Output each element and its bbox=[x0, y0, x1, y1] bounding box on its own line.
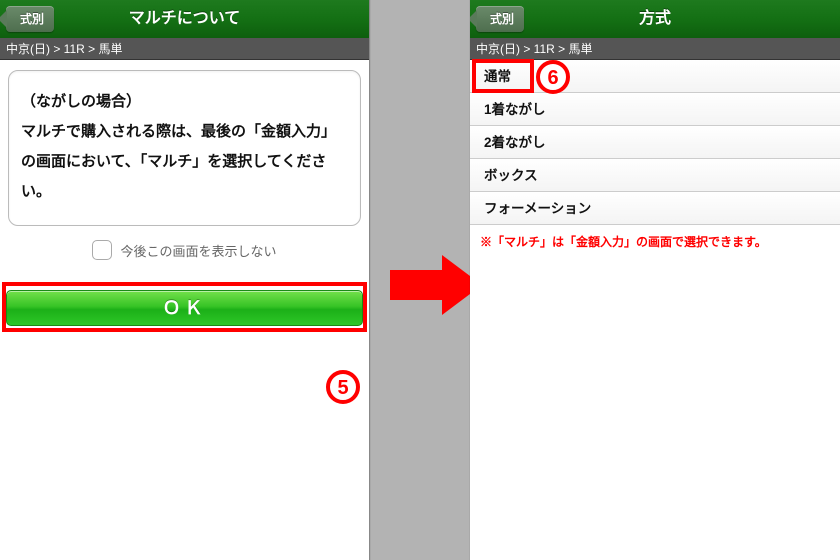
dont-show-again[interactable]: 今後この画面を表示しない bbox=[0, 240, 369, 260]
list-item[interactable]: ボックス bbox=[470, 159, 840, 192]
list-item[interactable]: 2着ながし bbox=[470, 126, 840, 159]
breadcrumb: 中京(日) > 11R > 馬単 bbox=[470, 38, 840, 60]
right-screen: 式別 方式 中京(日) > 11R > 馬単 通常 1着ながし 2着ながし ボッ… bbox=[470, 0, 840, 560]
header-title: 方式 bbox=[639, 10, 671, 27]
list-item[interactable]: フォーメーション bbox=[470, 192, 840, 225]
list-item[interactable]: 通常 bbox=[470, 60, 840, 93]
callout-number-6: 6 bbox=[536, 60, 570, 94]
info-message: （ながしの場合） マルチで購入される際は、最後の「金額入力」の画面において、「マ… bbox=[8, 70, 361, 226]
header-bar: 式別 方式 bbox=[470, 0, 840, 38]
list-item[interactable]: 1着ながし bbox=[470, 93, 840, 126]
header-title: マルチについて bbox=[129, 10, 241, 27]
multi-note: ※「マルチ」は「金額入力」の画面で選択できます。 bbox=[470, 225, 840, 258]
breadcrumb: 中京(日) > 11R > 馬単 bbox=[0, 38, 369, 60]
ok-button[interactable]: ＯＫ bbox=[6, 290, 363, 326]
callout-number-5: 5 bbox=[326, 370, 360, 404]
method-list: 通常 1着ながし 2着ながし ボックス フォーメーション 6 bbox=[470, 60, 840, 225]
checkbox-icon[interactable] bbox=[92, 240, 112, 260]
left-screen: 式別 マルチについて 中京(日) > 11R > 馬単 （ながしの場合） マルチ… bbox=[0, 0, 370, 560]
dont-show-label: 今後この画面を表示しない bbox=[120, 241, 276, 260]
back-button[interactable]: 式別 bbox=[476, 6, 524, 32]
back-button[interactable]: 式別 bbox=[6, 6, 54, 32]
header-bar: 式別 マルチについて bbox=[0, 0, 369, 38]
